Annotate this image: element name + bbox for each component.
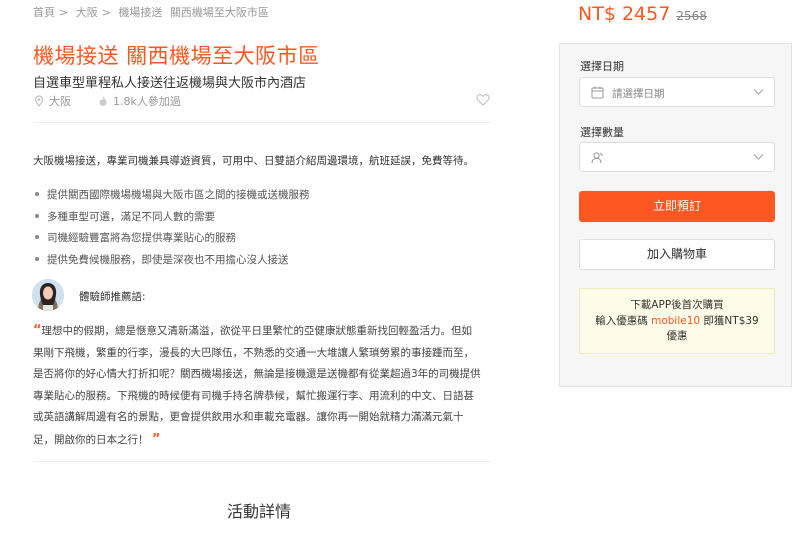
book-now-button[interactable]: 立即預訂 bbox=[579, 191, 775, 222]
section-title: 活動詳情 bbox=[227, 502, 292, 521]
avatar bbox=[32, 279, 64, 311]
product-intro: 大阪機場接送，專業司機兼具導遊資質，可用中、日雙語介紹周邊環境，航班延誤，免費等… bbox=[33, 155, 474, 167]
list-item: 提供關西國際機場機場與大阪市區之間的接機或送機服務 bbox=[33, 185, 310, 207]
quote-line: “理想中的假期，總是愜意又清新滿溢，欲從平日里繁忙的亞健康狀態重新找回輕盈活力。… bbox=[33, 320, 493, 343]
expert-quote: “理想中的假期，總是愜意又清新滿溢，欲從平日里繁忙的亞健康狀態重新找回輕盈活力。… bbox=[33, 320, 493, 451]
breadcrumb-item-transfer[interactable]: 機場接送 bbox=[118, 6, 162, 19]
fire-icon bbox=[99, 96, 107, 106]
list-item-text: 提供關西國際機場機場與大阪市區之間的接機或送機服務 bbox=[47, 189, 310, 201]
feature-list: 提供關西國際機場機場與大阪市區之間的接機或送機服務 多種車型可選，滿足不同人數的… bbox=[33, 185, 310, 271]
quantity-selector[interactable] bbox=[579, 142, 775, 172]
page-title: 機場接送 關西機場至大阪市區 bbox=[33, 44, 320, 68]
bullet-dot bbox=[35, 256, 39, 261]
location-pin-icon bbox=[34, 95, 44, 107]
product-meta: 大阪 1.8k人參加過 bbox=[33, 93, 181, 109]
quote-line: 是否將你的好心情大打折扣呢？關西機場接送，無論是接機還是送機都有從業超過3年的司… bbox=[33, 368, 481, 380]
breadcrumb-separator: > bbox=[101, 6, 111, 19]
bullet-dot bbox=[35, 192, 39, 196]
list-item: 提供免費候機服務，即使是深夜也不用擔心沒人接送 bbox=[33, 250, 310, 272]
promo-suffix: 即獲NT$39 bbox=[703, 314, 759, 327]
promo-code: mobile10 bbox=[651, 314, 701, 327]
date-label: 選擇日期 bbox=[580, 60, 624, 73]
chevron-down-icon bbox=[753, 154, 764, 160]
quote-line: 足，開啟你的日本之行！ ” bbox=[33, 429, 493, 452]
promo-line-1: 下載APP後首次購買 bbox=[630, 299, 724, 311]
quote-line: 專業貼心的服務。下飛機的時候便有司機手持名牌恭候，幫忙搬運行李、用流利的中文、日… bbox=[33, 389, 474, 402]
open-quote-mark: “ bbox=[33, 323, 42, 338]
list-item-text: 多種車型可選，滿足不同人數的需要 bbox=[47, 210, 215, 223]
quote-line: 或英語講解周邊有名的景點，更會提供飲用水和車載充電器。讓你再一開始就精力滿滿元氣… bbox=[33, 411, 464, 423]
calendar-icon bbox=[591, 86, 604, 99]
promo-line-3: 優惠 bbox=[666, 330, 688, 342]
divider bbox=[33, 461, 490, 462]
promo-prefix: 輸入優惠碼 bbox=[595, 314, 648, 327]
location-text: 大阪 bbox=[49, 95, 71, 108]
breadcrumb-item-current: 關西機場至大阪市區 bbox=[169, 6, 269, 19]
promo-box: 下載APP後首次購買 輸入優惠碼 mobile10 即獲NT$39 優惠 bbox=[579, 288, 775, 354]
quote-text: 足，開啟你的日本之行！ bbox=[33, 433, 149, 446]
date-placeholder: 請選擇日期 bbox=[612, 88, 665, 100]
page-subtitle: 自選車型單程私人接送往返機場與大阪市內酒店 bbox=[33, 76, 307, 91]
quote-line: 果剛下飛機，繁重的行李，漫長的大巴隊伍，不熟悉的交通一大堆讓人繁瑣勞累的事接踵而… bbox=[33, 346, 474, 359]
quantity-label: 選擇數量 bbox=[580, 126, 624, 139]
breadcrumb: 首頁 > 大阪 > 機場接送 關西機場至大阪市區 bbox=[33, 4, 273, 20]
date-picker[interactable]: 請選擇日期 bbox=[579, 77, 775, 107]
quote-text: 理想中的假期，總是愜意又清新滿溢，欲從平日里繁忙的亞健康狀態重新找回輕盈活力。但… bbox=[41, 325, 473, 337]
participants-count: 1.8k人參加過 bbox=[113, 95, 181, 108]
list-item: 司機經驗豐富將為您提供專業貼心的服務 bbox=[33, 228, 310, 250]
list-item-text: 提供免費候機服務，即使是深夜也不用擔心沒人接送 bbox=[47, 253, 289, 266]
promo-line-2: 輸入優惠碼 mobile10 即獲NT$39 bbox=[580, 314, 774, 330]
add-to-cart-button[interactable]: 加入購物車 bbox=[579, 239, 775, 270]
close-quote-mark: ” bbox=[151, 431, 161, 447]
list-item: 多種車型可選，滿足不同人數的需要 bbox=[33, 207, 310, 229]
heart-icon[interactable] bbox=[476, 93, 490, 106]
breadcrumb-separator: > bbox=[59, 6, 69, 19]
expert-label: 體驗師推薦語: bbox=[79, 291, 146, 303]
breadcrumb-item-home[interactable]: 首頁 bbox=[33, 6, 55, 19]
avatar-image bbox=[32, 279, 64, 311]
divider bbox=[33, 122, 490, 123]
people-icon bbox=[591, 152, 603, 164]
price-row: NT$ 2457 2568 bbox=[578, 3, 707, 25]
breadcrumb-item-osaka[interactable]: 大阪 bbox=[76, 6, 98, 19]
list-item-text: 司機經驗豐富將為您提供專業貼心的服務 bbox=[47, 232, 236, 244]
original-price: 2568 bbox=[676, 9, 707, 23]
price: NT$ 2457 bbox=[578, 3, 671, 25]
bullet-dot bbox=[35, 213, 39, 218]
booking-panel: 選擇日期 請選擇日期 選擇數量 立即預訂 加入購物車 下載APP後首次購買 輸入… bbox=[559, 43, 792, 387]
bullet-dot bbox=[35, 235, 39, 239]
chevron-down-icon bbox=[753, 89, 764, 95]
